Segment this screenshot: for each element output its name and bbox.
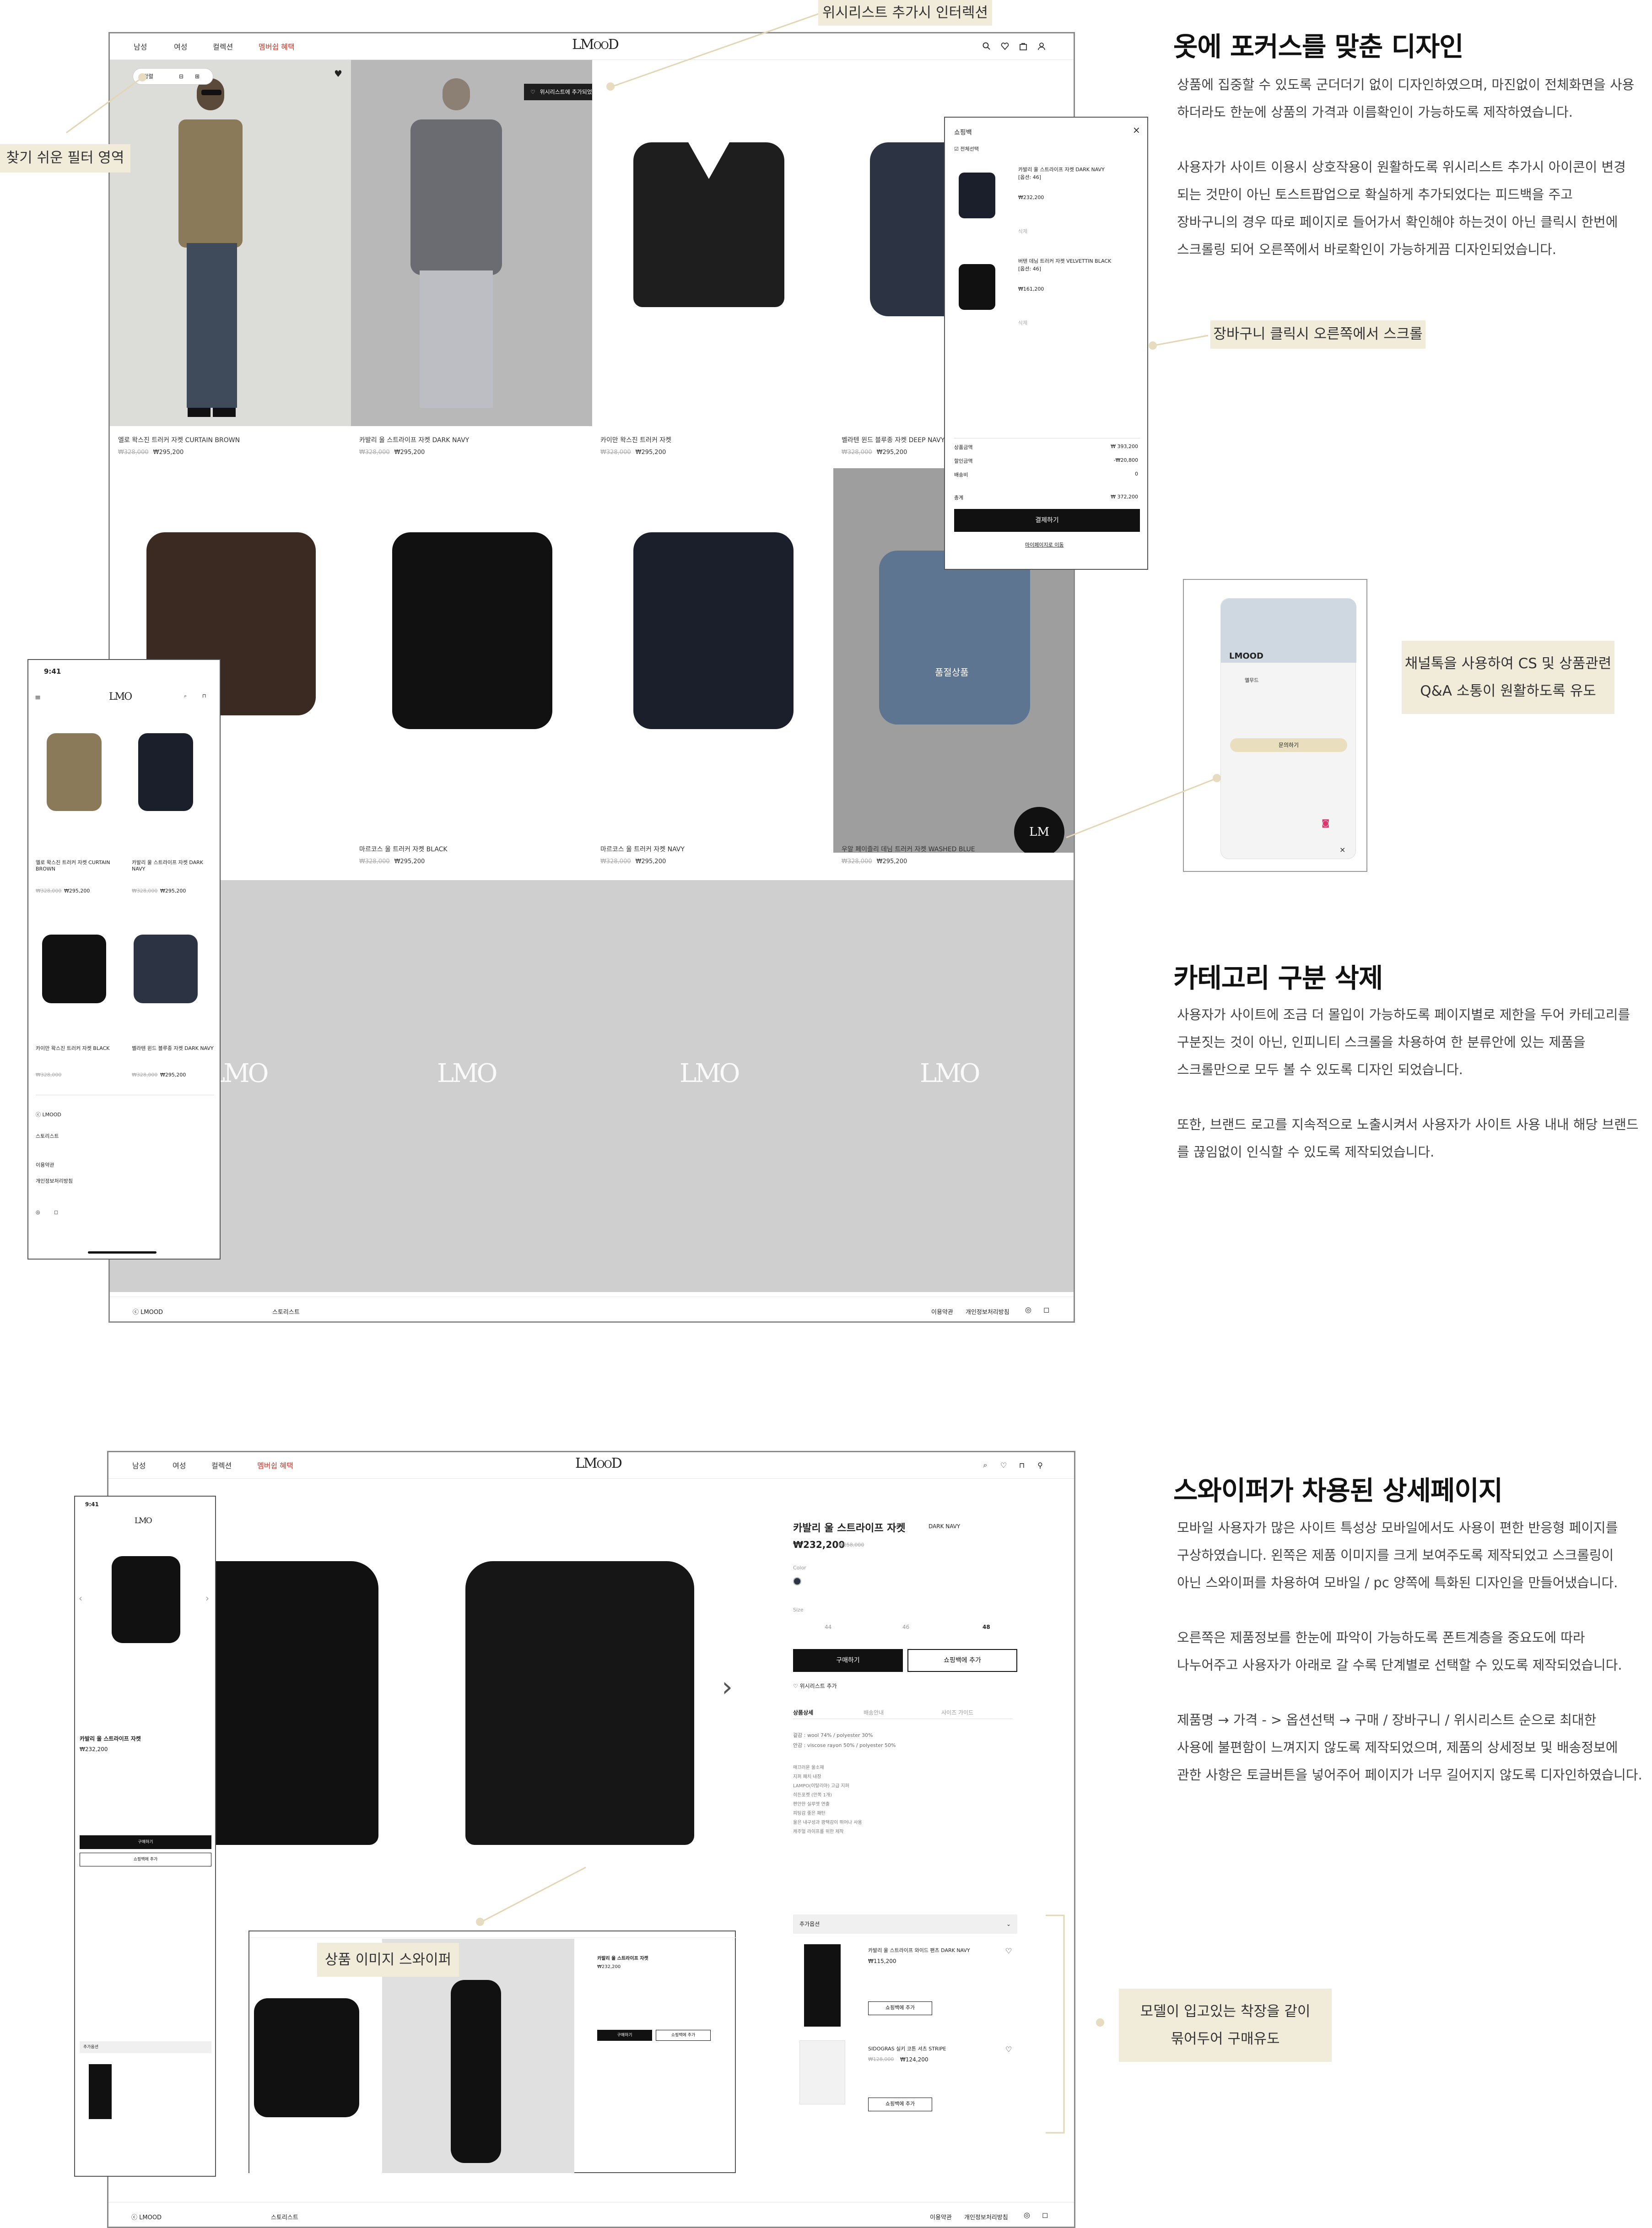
callout-model: 모델이 입고있는 착장을 같이 묶어두어 구매유도: [1119, 1989, 1332, 2062]
callout-dot: [476, 1918, 484, 1926]
callout-channel: 채널톡을 사용하여 CS 및 상품관련 Q&A 소통이 원활하도록 유도: [1402, 641, 1614, 714]
callout-dot: [1213, 774, 1221, 782]
callout-wishlist: 위시리스트 추가시 인터렉션: [818, 0, 992, 26]
callout-dot: [1096, 2018, 1104, 2027]
callout-dot: [138, 73, 146, 81]
callout-swiper: 상품 이미지 스와이퍼: [317, 1943, 459, 1977]
callout-cart: 장바구니 클릭시 오른쪽에서 스크롤: [1210, 320, 1425, 349]
callout-dot: [1149, 341, 1157, 350]
callout-dot: [606, 82, 615, 91]
callout-filter: 찾기 쉬운 필터 영역: [0, 144, 130, 173]
